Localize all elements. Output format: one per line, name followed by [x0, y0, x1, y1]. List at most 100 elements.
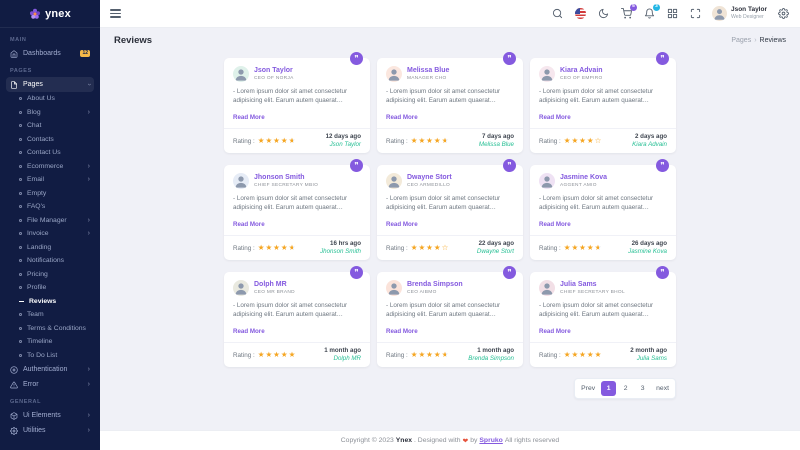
reviewer-name[interactable]: Kiara Advain — [560, 67, 603, 75]
sidebar-item-timeline[interactable]: Timeline — [6, 335, 94, 349]
read-more-link[interactable]: Read More — [539, 221, 571, 228]
bullet-icon — [19, 327, 22, 330]
sidebar-item-chat[interactable]: Chat — [6, 119, 94, 133]
sidebar-item-empty[interactable]: Empty — [6, 187, 94, 201]
sidebar-item-notifications[interactable]: Notifications — [6, 254, 94, 268]
reviewer-role: CEO ARMEDILLO — [407, 183, 452, 188]
chevron-right-icon: › — [88, 163, 90, 170]
pagination-next[interactable]: next — [652, 381, 673, 396]
reviewer-name[interactable]: Melissa Blue — [407, 67, 449, 75]
brand-logo[interactable]: ynex — [0, 0, 100, 28]
read-more-link[interactable]: Read More — [233, 114, 265, 121]
reviewer-role: CEO MR BRAND — [254, 290, 295, 295]
fullscreen-icon[interactable] — [689, 7, 702, 20]
reviewer-role: MANAGER CHO — [407, 76, 449, 81]
reviewer-name[interactable]: Jhonson Smith — [254, 174, 318, 182]
utilities-icon — [10, 427, 18, 435]
read-more-link[interactable]: Read More — [386, 328, 418, 335]
star-rating: ★★★★★ — [564, 351, 603, 359]
sidebar-subitem-label: Profile — [27, 284, 46, 291]
reviewer-role: CEO AIBMO — [407, 290, 463, 295]
reviewer-name[interactable]: Json Taylor — [254, 67, 294, 75]
sidebar-item-faq-s[interactable]: FAQ's — [6, 200, 94, 214]
sidebar-item-to-do-list[interactable]: To Do List — [6, 349, 94, 363]
sidebar-item-invoice[interactable]: Invoice › — [6, 227, 94, 241]
review-time: 16 hrs ago — [320, 240, 361, 248]
sidebar-item-utilities[interactable]: Utilities › — [6, 423, 94, 438]
notifications-bell-icon[interactable]: 3 — [643, 7, 656, 20]
pagination-page-1[interactable]: 1 — [601, 381, 616, 396]
sidebar-subitem-label: Empty — [27, 190, 46, 197]
quote-icon — [656, 266, 669, 279]
read-more-link[interactable]: Read More — [539, 328, 571, 335]
top-navbar: 5 3 Json Taylor Web Designer — [100, 0, 800, 28]
sidebar-item-file-manager[interactable]: File Manager › — [6, 214, 94, 228]
sidebar-section-pages: PAGES — [10, 68, 90, 74]
chevron-icon: › — [88, 366, 90, 373]
reviewer-avatar — [233, 66, 249, 82]
read-more-link[interactable]: Read More — [539, 114, 571, 121]
reviewer-name[interactable]: Brenda Simpson — [407, 281, 463, 289]
language-flag-icon[interactable] — [574, 7, 587, 20]
footer-spruko-link[interactable]: Spruko — [479, 437, 502, 444]
search-icon[interactable] — [551, 7, 564, 20]
sidebar-item-pricing[interactable]: Pricing — [6, 268, 94, 282]
reviewer-name[interactable]: Dolph MR — [254, 281, 295, 289]
read-more-link[interactable]: Read More — [233, 328, 265, 335]
review-time: 26 days ago — [628, 240, 667, 248]
dark-mode-moon-icon[interactable] — [597, 7, 610, 20]
sidebar-item-error[interactable]: Error › — [6, 377, 94, 392]
sidebar-item-label: Ui Elements — [23, 412, 61, 419]
sidebar-item-ecommerce[interactable]: Ecommerce › — [6, 160, 94, 174]
reviewer-name[interactable]: Dwayne Stort — [407, 174, 452, 182]
review-card-dolph-mr: Dolph MR CEO MR BRAND - Lorem ipsum dolo… — [224, 272, 370, 367]
cart-icon[interactable]: 5 — [620, 7, 633, 20]
sidebar-item-contacts[interactable]: Contacts — [6, 133, 94, 147]
sidebar-item-landing[interactable]: Landing — [6, 241, 94, 255]
sidebar-item-blog[interactable]: Blog › — [6, 106, 94, 120]
sidebar-item-label: Dashboards — [23, 50, 61, 57]
sidebar-item-dashboards[interactable]: Dashboards 12 — [6, 46, 94, 61]
sidebar-item-about-us[interactable]: About Us — [6, 92, 94, 106]
review-time: 22 days ago — [477, 240, 514, 248]
menu-toggle-icon[interactable] — [110, 7, 121, 20]
sidebar-item-contact-us[interactable]: Contact Us — [6, 146, 94, 160]
chevron-icon: › — [88, 427, 90, 434]
sidebar-item-reviews[interactable]: Reviews — [6, 295, 94, 309]
user-menu[interactable]: Json Taylor Web Designer — [712, 6, 767, 21]
read-more-link[interactable]: Read More — [233, 221, 265, 228]
footer-text: . Designed with — [414, 437, 460, 444]
pagination-page-3[interactable]: 3 — [635, 381, 650, 396]
rating-label: Rating : — [539, 138, 561, 145]
breadcrumb-parent-link[interactable]: Pages — [731, 37, 751, 44]
review-text: - Lorem ipsum dolor sit amet consectetur… — [386, 301, 514, 320]
dashboards-icon — [10, 50, 18, 58]
rating-label: Rating : — [233, 352, 255, 359]
sidebar-item-ui-elements[interactable]: Ui Elements › — [6, 408, 94, 423]
read-more-link[interactable]: Read More — [386, 114, 418, 121]
bullet-icon — [19, 165, 22, 168]
user-name: Json Taylor — [731, 6, 767, 14]
pagination-page-2[interactable]: 2 — [618, 381, 633, 396]
sidebar-item-team[interactable]: Team — [6, 308, 94, 322]
pagination-prev[interactable]: Prev — [577, 381, 599, 396]
rating-label: Rating : — [386, 352, 408, 359]
sidebar-item-label: Authentication — [23, 366, 67, 373]
review-time: 1 month ago — [324, 347, 361, 355]
sidebar-item-profile[interactable]: Profile — [6, 281, 94, 295]
reviewer-avatar — [539, 280, 555, 296]
read-more-link[interactable]: Read More — [386, 221, 418, 228]
sidebar-menu: MAIN Dashboards 12 PAGES Pages › About U… — [0, 28, 100, 438]
reviewer-name[interactable]: Jasmine Kova — [560, 174, 607, 182]
sidebar-item-email[interactable]: Email › — [6, 173, 94, 187]
sidebar-item-authentication[interactable]: Authentication › — [6, 362, 94, 377]
bullet-icon — [19, 246, 22, 249]
settings-gear-icon[interactable] — [777, 7, 790, 20]
apps-grid-icon[interactable] — [666, 7, 679, 20]
sidebar-item-pages[interactable]: Pages › — [6, 77, 94, 92]
reviewer-name[interactable]: Julia Sams — [560, 281, 625, 289]
sidebar-item-terms-conditions[interactable]: Terms & Conditions — [6, 322, 94, 336]
quote-icon — [350, 159, 363, 172]
footer-text: All rights reserved — [505, 437, 559, 444]
reviewer-role: CHIEF SECRETARY BHOL — [560, 290, 625, 295]
